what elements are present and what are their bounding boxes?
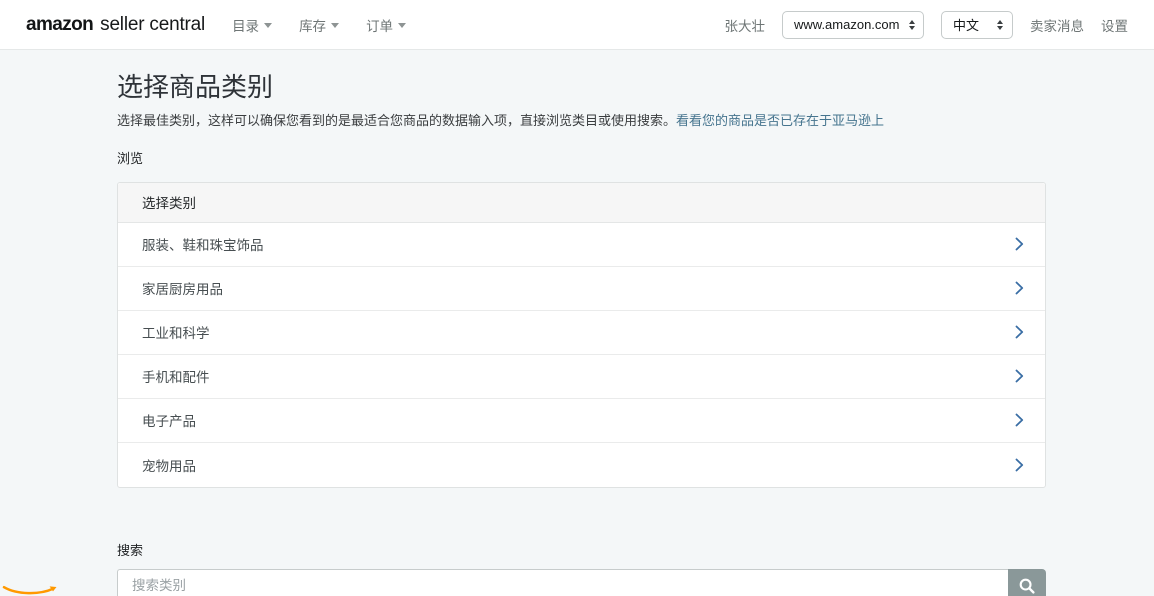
category-label: 服装、鞋和珠宝饰品	[142, 234, 264, 254]
page-title: 选择商品类别	[117, 73, 1046, 103]
caret-down-icon	[264, 23, 272, 28]
category-row[interactable]: 工业和科学	[118, 311, 1045, 355]
category-row[interactable]: 服装、鞋和珠宝饰品	[118, 223, 1045, 267]
language-select[interactable]: 中文	[941, 11, 1013, 39]
browse-label: 浏览	[117, 148, 1046, 167]
caret-down-icon	[331, 23, 339, 28]
updown-arrows-icon	[909, 20, 915, 30]
user-name: 张大壮	[725, 15, 766, 35]
nav-item-label: 库存	[299, 15, 326, 35]
language-select-value: 中文	[953, 15, 979, 34]
amazon-logo-text: amazon	[26, 14, 93, 36]
search-icon	[1018, 577, 1036, 595]
nav-item[interactable]: 订单	[366, 15, 406, 35]
category-list: 服装、鞋和珠宝饰品 家居厨房用品 工业和科学 手机和配件 电子产品 宠物用品	[118, 223, 1045, 487]
category-row[interactable]: 电子产品	[118, 399, 1045, 443]
chevron-right-icon	[1015, 458, 1024, 472]
main-nav: 目录 库存 订单	[232, 15, 406, 35]
category-panel-header: 选择类别	[118, 183, 1045, 223]
nav-item[interactable]: 库存	[299, 15, 339, 35]
marketplace-select-value: www.amazon.com	[794, 17, 899, 32]
main-content: 选择商品类别 选择最佳类别，这样可以确保您看到的是最适合您商品的数据输入项，直接…	[0, 50, 1046, 596]
product-exists-link[interactable]: 看看您的商品是否已存在于亚马逊上	[676, 113, 884, 128]
search-section: 搜索	[117, 540, 1046, 596]
chevron-right-icon	[1015, 325, 1024, 339]
category-label: 家居厨房用品	[142, 278, 223, 298]
category-label: 宠物用品	[142, 455, 196, 475]
category-label: 电子产品	[142, 410, 196, 430]
search-row	[117, 569, 1046, 596]
top-navigation-bar: amazon seller central 目录 库存 订单 张大壮 www.a…	[0, 0, 1154, 50]
category-row[interactable]: 宠物用品	[118, 443, 1045, 487]
chevron-right-icon	[1015, 369, 1024, 383]
chevron-right-icon	[1015, 281, 1024, 295]
chevron-right-icon	[1015, 413, 1024, 427]
page-subtitle: 选择最佳类别，这样可以确保您看到的是最适合您商品的数据输入项，直接浏览类目或使用…	[117, 112, 1046, 129]
settings-link[interactable]: 设置	[1101, 15, 1128, 35]
search-input[interactable]	[117, 569, 1008, 596]
search-button[interactable]	[1008, 569, 1046, 596]
category-label: 手机和配件	[142, 366, 210, 386]
category-label: 工业和科学	[142, 322, 210, 342]
chevron-right-icon	[1015, 237, 1024, 251]
category-panel: 选择类别 服装、鞋和珠宝饰品 家居厨房用品 工业和科学 手机和配件 电子产品 宠…	[117, 182, 1046, 488]
search-label: 搜索	[117, 540, 1046, 559]
amazon-seller-central-logo[interactable]: amazon seller central	[26, 14, 205, 36]
marketplace-select[interactable]: www.amazon.com	[782, 11, 924, 39]
seller-central-logo-text: seller central	[100, 14, 205, 36]
nav-item-label: 目录	[232, 15, 259, 35]
category-row[interactable]: 手机和配件	[118, 355, 1045, 399]
seller-messages-link[interactable]: 卖家消息	[1030, 15, 1084, 35]
nav-item[interactable]: 目录	[232, 15, 272, 35]
updown-arrows-icon	[997, 20, 1003, 30]
topbar-right: 张大壮 www.amazon.com 中文 卖家消息 设置	[725, 11, 1129, 39]
caret-down-icon	[398, 23, 406, 28]
category-row[interactable]: 家居厨房用品	[118, 267, 1045, 311]
subtitle-text: 选择最佳类别，这样可以确保您看到的是最适合您商品的数据输入项，直接浏览类目或使用…	[117, 113, 676, 128]
nav-item-label: 订单	[366, 15, 393, 35]
